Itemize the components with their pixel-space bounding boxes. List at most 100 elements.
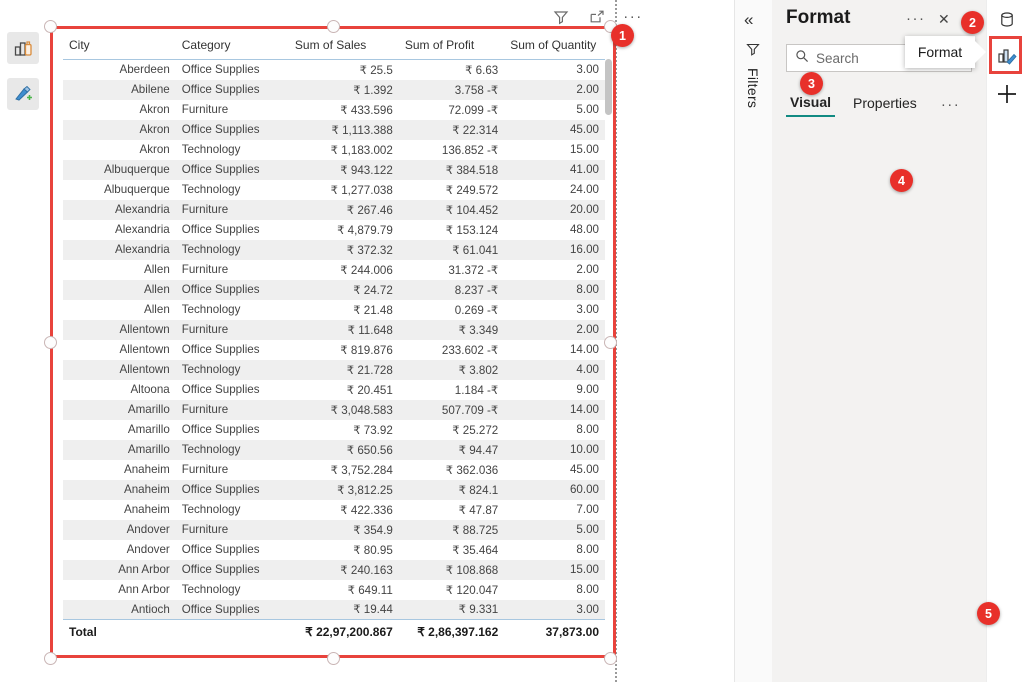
cell-sum-of-profit: ₹ 120.047: [445, 583, 499, 597]
resize-handle-middle-left[interactable]: [44, 336, 57, 349]
table-row[interactable]: Amarillo Furniture ₹ 3,048.583 507.709 -₹ 14…: [63, 399, 605, 420]
cell-sum-of-quantity: 14.00: [569, 403, 599, 416]
cell-city: Anaheim: [124, 483, 170, 496]
column-header-category[interactable]: Category: [175, 33, 289, 60]
format-brush-icon[interactable]: [7, 78, 39, 110]
total-category: [175, 619, 289, 642]
table-row[interactable]: Anaheim Technology ₹ 422.336 ₹ 47.87 7.00: [63, 499, 605, 520]
cell-city: Anaheim: [124, 463, 170, 476]
table-row[interactable]: Allentown Furniture ₹ 11.648 ₹ 3.349 2.00: [63, 319, 605, 340]
table-scrollbar[interactable]: [605, 59, 612, 655]
column-header-sum-of-quantity[interactable]: Sum of Quantity: [504, 33, 605, 60]
table-row[interactable]: Aberdeen Office Supplies ₹ 25.5 ₹ 6.63 3.00: [63, 59, 605, 80]
table-row[interactable]: Allen Technology ₹ 21.48 0.269 -₹ 3.00: [63, 299, 605, 320]
table-row[interactable]: Akron Technology ₹ 1,183.002 136.852 -₹ 15.0…: [63, 139, 605, 160]
column-header-sum-of-profit[interactable]: Sum of Profit: [398, 33, 505, 60]
power-bi-screen: ··· City Category Sum of Sales Sum of Pr…: [0, 0, 1024, 682]
resize-handle-top-left[interactable]: [44, 20, 57, 33]
cell-sum-of-quantity: 48.00: [569, 223, 599, 236]
report-canvas: ··· City Category Sum of Sales Sum of Pr…: [44, 0, 734, 682]
resize-handle-bottom-center[interactable]: [327, 652, 340, 665]
cell-sum-of-quantity: 8.00: [576, 283, 599, 296]
annotation-badge-3: 3: [800, 72, 823, 95]
cell-category: Office Supplies: [181, 383, 260, 396]
cell-sum-of-profit: ₹ 61.041: [452, 243, 499, 257]
table-row[interactable]: Ann Arbor Office Supplies ₹ 240.163 ₹ 108.8…: [63, 559, 605, 580]
right-icon-rail: [986, 0, 1024, 682]
resize-handle-middle-right[interactable]: [604, 336, 617, 349]
cell-city: Akron: [139, 123, 170, 136]
table-scrollbar-thumb[interactable]: [605, 59, 612, 115]
format-pane-more-icon[interactable]: ···: [906, 11, 926, 26]
cell-sum-of-quantity: 3.00: [576, 63, 599, 77]
table-row[interactable]: Altoona Office Supplies ₹ 20.451 1.184 -₹ 9.…: [63, 379, 605, 400]
table-row[interactable]: Alexandria Office Supplies ₹ 4,879.79 ₹ 153…: [63, 219, 605, 240]
table-row[interactable]: Anaheim Office Supplies ₹ 3,812.25 ₹ 824.1 6…: [63, 479, 605, 500]
tabs-more-icon[interactable]: ···: [941, 97, 961, 112]
close-icon[interactable]: ✕: [938, 11, 950, 28]
table-row[interactable]: Akron Furniture ₹ 433.596 72.099 -₹ 5.00: [63, 99, 605, 120]
table-row[interactable]: Amarillo Office Supplies ₹ 73.92 ₹ 25.272 8.…: [63, 419, 605, 440]
table-row[interactable]: Allen Office Supplies ₹ 24.72 8.237 -₹ 8.00: [63, 279, 605, 300]
cell-city: Amarillo: [127, 423, 170, 436]
cell-sum-of-quantity: 4.00: [576, 363, 599, 376]
cell-sum-of-sales: ₹ 650.56: [346, 443, 393, 457]
table-row[interactable]: Andover Office Supplies ₹ 80.95 ₹ 35.464 8.0…: [63, 539, 605, 560]
column-header-city[interactable]: City: [63, 33, 176, 60]
table-row[interactable]: Antioch Office Supplies ₹ 19.44 ₹ 9.331 3.00: [63, 599, 605, 620]
cell-category: Office Supplies: [181, 483, 260, 496]
table-row[interactable]: Andover Furniture ₹ 354.9 ₹ 88.725 5.00: [63, 519, 605, 540]
table-row[interactable]: Akron Office Supplies ₹ 1,113.388 ₹ 22.314 4…: [63, 119, 605, 140]
data-table: City Category Sum of Sales Sum of Profit…: [63, 33, 605, 642]
cell-sum-of-profit: ₹ 47.87: [458, 503, 499, 517]
cell-sum-of-quantity: 24.00: [569, 183, 599, 196]
cell-city: Allentown: [119, 343, 170, 356]
cell-category: Office Supplies: [181, 163, 260, 176]
table-row[interactable]: Abilene Office Supplies ₹ 1.392 3.758 -₹ 2.0…: [63, 79, 605, 100]
cell-category: Furniture: [181, 203, 229, 216]
data-icon[interactable]: [995, 8, 1018, 31]
cell-category: Technology: [181, 363, 241, 376]
column-header-sum-of-sales[interactable]: Sum of Sales: [288, 33, 399, 60]
build-visual-icon[interactable]: [7, 32, 39, 64]
table-row[interactable]: Amarillo Technology ₹ 650.56 ₹ 94.47 10.00: [63, 439, 605, 460]
table-row[interactable]: Allen Furniture ₹ 244.006 31.372 -₹ 2.00: [63, 259, 605, 280]
table-row[interactable]: Allentown Office Supplies ₹ 819.876 233.602…: [63, 339, 605, 360]
cell-sum-of-profit: 31.372 -₹: [448, 263, 499, 277]
table-row[interactable]: Albuquerque Office Supplies ₹ 943.122 ₹ 384…: [63, 159, 605, 180]
cell-sum-of-profit: 507.709 -₹: [441, 403, 499, 417]
cell-category: Office Supplies: [181, 343, 260, 356]
cell-city: Abilene: [131, 83, 170, 96]
cell-city: Aberdeen: [119, 63, 170, 77]
table-row[interactable]: Alexandria Furniture ₹ 267.46 ₹ 104.452 20.0…: [63, 199, 605, 220]
cell-sum-of-sales: ₹ 24.72: [353, 283, 393, 297]
cell-city: Akron: [139, 143, 170, 156]
cell-sum-of-sales: ₹ 21.728: [346, 363, 393, 377]
cell-sum-of-sales: ₹ 1,183.002: [330, 143, 393, 157]
table-visual-selected[interactable]: City Category Sum of Sales Sum of Profit…: [44, 20, 617, 665]
tab-properties[interactable]: Properties: [849, 93, 921, 116]
cell-sum-of-profit: ₹ 9.331: [458, 603, 499, 617]
table-row[interactable]: Alexandria Technology ₹ 372.32 ₹ 61.041 16.0…: [63, 239, 605, 260]
filters-pane-collapsed[interactable]: « Filters: [734, 0, 772, 682]
expand-filters-icon[interactable]: «: [744, 10, 753, 30]
table-row[interactable]: Allentown Technology ₹ 21.728 ₹ 3.802 4.00: [63, 359, 605, 380]
tab-visual[interactable]: Visual: [786, 92, 835, 117]
resize-handle-bottom-left[interactable]: [44, 652, 57, 665]
cell-sum-of-profit: ₹ 108.868: [445, 563, 499, 577]
cell-city: Allen: [143, 283, 170, 296]
cell-city: Alexandria: [114, 223, 170, 236]
filter-icon[interactable]: [550, 6, 572, 28]
filters-pane-label: Filters: [745, 68, 761, 109]
resize-handle-bottom-right[interactable]: [604, 652, 617, 665]
cell-sum-of-quantity: 20.00: [569, 203, 599, 216]
cell-category: Office Supplies: [181, 123, 260, 136]
cell-city: Akron: [139, 103, 170, 116]
resize-handle-top-center[interactable]: [327, 20, 340, 33]
table-row[interactable]: Anaheim Furniture ₹ 3,752.284 ₹ 362.036 45.0…: [63, 459, 605, 480]
cell-sum-of-profit: ₹ 153.124: [445, 223, 499, 237]
add-icon[interactable]: [995, 82, 1018, 105]
table-row[interactable]: Albuquerque Technology ₹ 1,277.038 ₹ 249.57…: [63, 179, 605, 200]
table-row[interactable]: Ann Arbor Technology ₹ 649.11 ₹ 120.047 8.00: [63, 579, 605, 600]
table-body: Aberdeen Office Supplies ₹ 25.5 ₹ 6.63 3.00 A…: [63, 59, 605, 620]
